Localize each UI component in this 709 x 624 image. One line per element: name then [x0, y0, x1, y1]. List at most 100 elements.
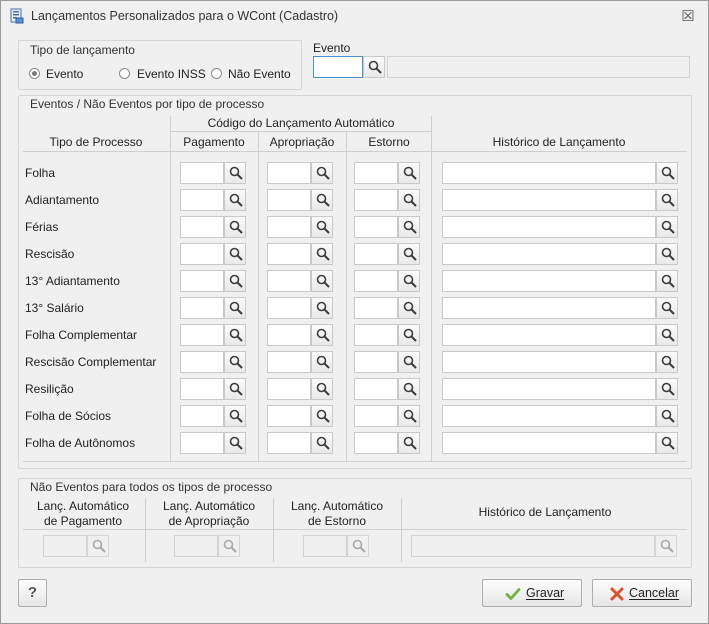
historico-search-button[interactable] [656, 324, 678, 346]
apropriacao-search-button[interactable] [311, 432, 333, 454]
radio-evento-inss[interactable] [119, 68, 130, 79]
pagamento-search-button[interactable] [224, 270, 246, 292]
pagamento-input[interactable] [180, 270, 224, 292]
historico-input[interactable] [442, 162, 656, 184]
apropriacao-search-button[interactable] [311, 324, 333, 346]
estorno-input[interactable] [354, 162, 398, 184]
apropriacao-search-button[interactable] [311, 189, 333, 211]
estorno-input[interactable] [354, 297, 398, 319]
apropriacao-input[interactable] [267, 162, 311, 184]
evento-search-button[interactable] [363, 56, 385, 78]
apropriacao-search-button[interactable] [311, 405, 333, 427]
apropriacao-search-button[interactable] [311, 243, 333, 265]
apropriacao-search-button[interactable] [311, 378, 333, 400]
estorno-search-button[interactable] [398, 405, 420, 427]
pagamento-input[interactable] [180, 405, 224, 427]
pagamento-search-button[interactable] [224, 324, 246, 346]
help-button[interactable]: ? [18, 579, 47, 607]
apropriacao-input[interactable] [267, 243, 311, 265]
radio-evento[interactable] [29, 68, 40, 79]
apropriacao-input[interactable] [267, 432, 311, 454]
close-icon[interactable]: ☒ [679, 8, 697, 26]
pagamento-search-button[interactable] [224, 189, 246, 211]
apropriacao-input[interactable] [267, 324, 311, 346]
evento-code-input[interactable] [313, 56, 363, 78]
apropriacao-input[interactable] [267, 297, 311, 319]
historico-input[interactable] [442, 324, 656, 346]
pagamento-input[interactable] [180, 243, 224, 265]
estorno-search-button[interactable] [398, 351, 420, 373]
pagamento-input[interactable] [180, 189, 224, 211]
historico-search-button[interactable] [656, 351, 678, 373]
estorno-input[interactable] [354, 405, 398, 427]
historico-search-button[interactable] [656, 216, 678, 238]
historico-search-button[interactable] [656, 189, 678, 211]
estorno-input[interactable] [354, 216, 398, 238]
apropriacao-input[interactable] [267, 378, 311, 400]
cancelar-button[interactable]: Cancelar [592, 579, 692, 607]
pagamento-search-button[interactable] [224, 216, 246, 238]
apropriacao-search-button[interactable] [311, 216, 333, 238]
historico-search-button[interactable] [656, 405, 678, 427]
estorno-search-button[interactable] [398, 243, 420, 265]
historico-input[interactable] [442, 351, 656, 373]
estorno-input[interactable] [354, 432, 398, 454]
estorno-search-button[interactable] [398, 324, 420, 346]
apropriacao-search-button[interactable] [311, 270, 333, 292]
historico-search-button[interactable] [656, 243, 678, 265]
pagamento-search-button[interactable] [224, 351, 246, 373]
historico-input[interactable] [442, 189, 656, 211]
magnifier-icon [403, 355, 417, 369]
pagamento-input[interactable] [180, 432, 224, 454]
estorno-input[interactable] [354, 243, 398, 265]
pagamento-search-button[interactable] [224, 162, 246, 184]
estorno-input[interactable] [354, 351, 398, 373]
historico-input[interactable] [442, 216, 656, 238]
apropriacao-search-button[interactable] [311, 162, 333, 184]
pagamento-input[interactable] [180, 378, 224, 400]
gravar-button[interactable]: Gravar [482, 579, 582, 607]
estorno-input[interactable] [354, 378, 398, 400]
historico-input[interactable] [442, 432, 656, 454]
magnifier-icon [316, 247, 330, 261]
estorno-search-button[interactable] [398, 189, 420, 211]
pagamento-search-button[interactable] [224, 243, 246, 265]
historico-search-button[interactable] [656, 162, 678, 184]
apropriacao-search-button[interactable] [311, 351, 333, 373]
historico-input[interactable] [442, 243, 656, 265]
pagamento-search-button[interactable] [224, 405, 246, 427]
estorno-search-button[interactable] [398, 297, 420, 319]
historico-input[interactable] [442, 405, 656, 427]
apropriacao-input[interactable] [267, 216, 311, 238]
estorno-search-button[interactable] [398, 378, 420, 400]
apropriacao-input[interactable] [267, 189, 311, 211]
radio-nao-evento[interactable] [211, 68, 222, 79]
historico-input[interactable] [442, 270, 656, 292]
apropriacao-input[interactable] [267, 351, 311, 373]
pagamento-search-button[interactable] [224, 378, 246, 400]
pagamento-input[interactable] [180, 297, 224, 319]
estorno-input[interactable] [354, 270, 398, 292]
apropriacao-input[interactable] [267, 270, 311, 292]
pagamento-input[interactable] [180, 162, 224, 184]
pagamento-input[interactable] [180, 324, 224, 346]
estorno-search-button[interactable] [398, 162, 420, 184]
historico-input[interactable] [442, 297, 656, 319]
estorno-search-button[interactable] [398, 270, 420, 292]
pagamento-search-button[interactable] [224, 297, 246, 319]
estorno-search-button[interactable] [398, 432, 420, 454]
historico-input[interactable] [442, 378, 656, 400]
apropriacao-input[interactable] [267, 405, 311, 427]
apropriacao-search-button[interactable] [311, 297, 333, 319]
estorno-input[interactable] [354, 189, 398, 211]
col-tipo-processo: Tipo de Processo [49, 135, 143, 149]
historico-search-button[interactable] [656, 270, 678, 292]
estorno-search-button[interactable] [398, 216, 420, 238]
pagamento-input[interactable] [180, 351, 224, 373]
historico-search-button[interactable] [656, 297, 678, 319]
historico-search-button[interactable] [656, 432, 678, 454]
pagamento-search-button[interactable] [224, 432, 246, 454]
historico-search-button[interactable] [656, 378, 678, 400]
pagamento-input[interactable] [180, 216, 224, 238]
estorno-input[interactable] [354, 324, 398, 346]
